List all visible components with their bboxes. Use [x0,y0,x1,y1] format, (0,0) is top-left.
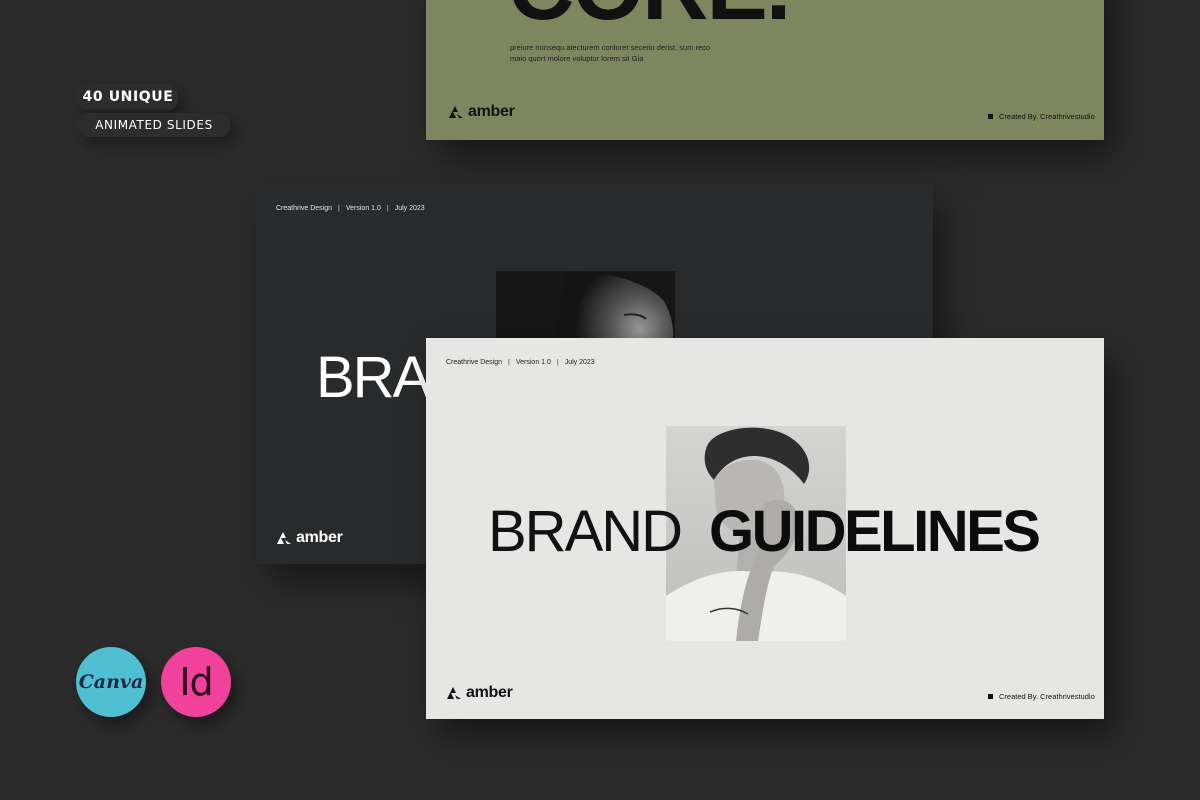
credit-line: Created By. Creathrivestudio [988,692,1095,701]
canva-app-icon: Canva [76,647,146,717]
slide-light-preview: Creathrive Design | Version 1.0 | July 2… [426,338,1104,719]
brand-logo-text: amber [296,529,343,546]
indesign-app-icon: Id [161,647,231,717]
indesign-app-label: Id [179,660,213,704]
badge-unique-count: 40 UNIQUE [78,84,178,110]
credit-text: Created By. Creathrivestudio [999,112,1095,121]
badge-animated-slides: ANIMATED SLIDES [78,113,230,137]
credit-line: Created By. Creathrivestudio [988,112,1095,121]
dark-slide-meta: Creathrive Design | Version 1.0 | July 2… [276,205,425,212]
light-slide-headline-bold: GUIDELINES [709,499,1041,564]
brand-logo: amber [276,529,343,547]
brand-logo: amber [448,103,515,121]
amber-logo-icon [447,687,461,699]
light-slide-headline-light: BRAND [488,499,683,564]
dark-slide-headline: BRA [316,345,431,410]
green-slide-body-line-1: preiure nonsequ atecturem conloret secer… [510,43,711,52]
square-bullet-icon [988,694,993,699]
light-meta-version: Version 1.0 [515,359,551,366]
amber-logo-icon [277,532,291,544]
light-meta-date: July 2023 [564,359,595,366]
light-meta-company: Creathrive Design [446,359,503,366]
brand-logo-text: amber [466,684,513,701]
brand-logo-text: amber [468,103,515,120]
dark-meta-company: Creathrive Design [276,205,333,212]
green-slide-headline: CORE. [508,0,791,34]
credit-text: Created By. Creathrivestudio [999,692,1095,701]
canva-app-label: Canva [78,671,144,693]
green-slide-body: preiure nonsequ atecturem conloret secer… [510,42,770,64]
slide-green-preview: CORE. preiure nonsequ atecturem conloret… [426,0,1104,140]
dark-meta-version: Version 1.0 [345,205,381,212]
dark-meta-date: July 2023 [394,205,425,212]
brand-logo: amber [446,684,513,702]
light-slide-meta: Creathrive Design | Version 1.0 | July 2… [446,359,595,366]
square-bullet-icon [988,114,993,119]
amber-logo-icon [449,106,463,118]
green-slide-body-line-2: maio quort molore voluptur lorem sit Gia [510,54,644,63]
